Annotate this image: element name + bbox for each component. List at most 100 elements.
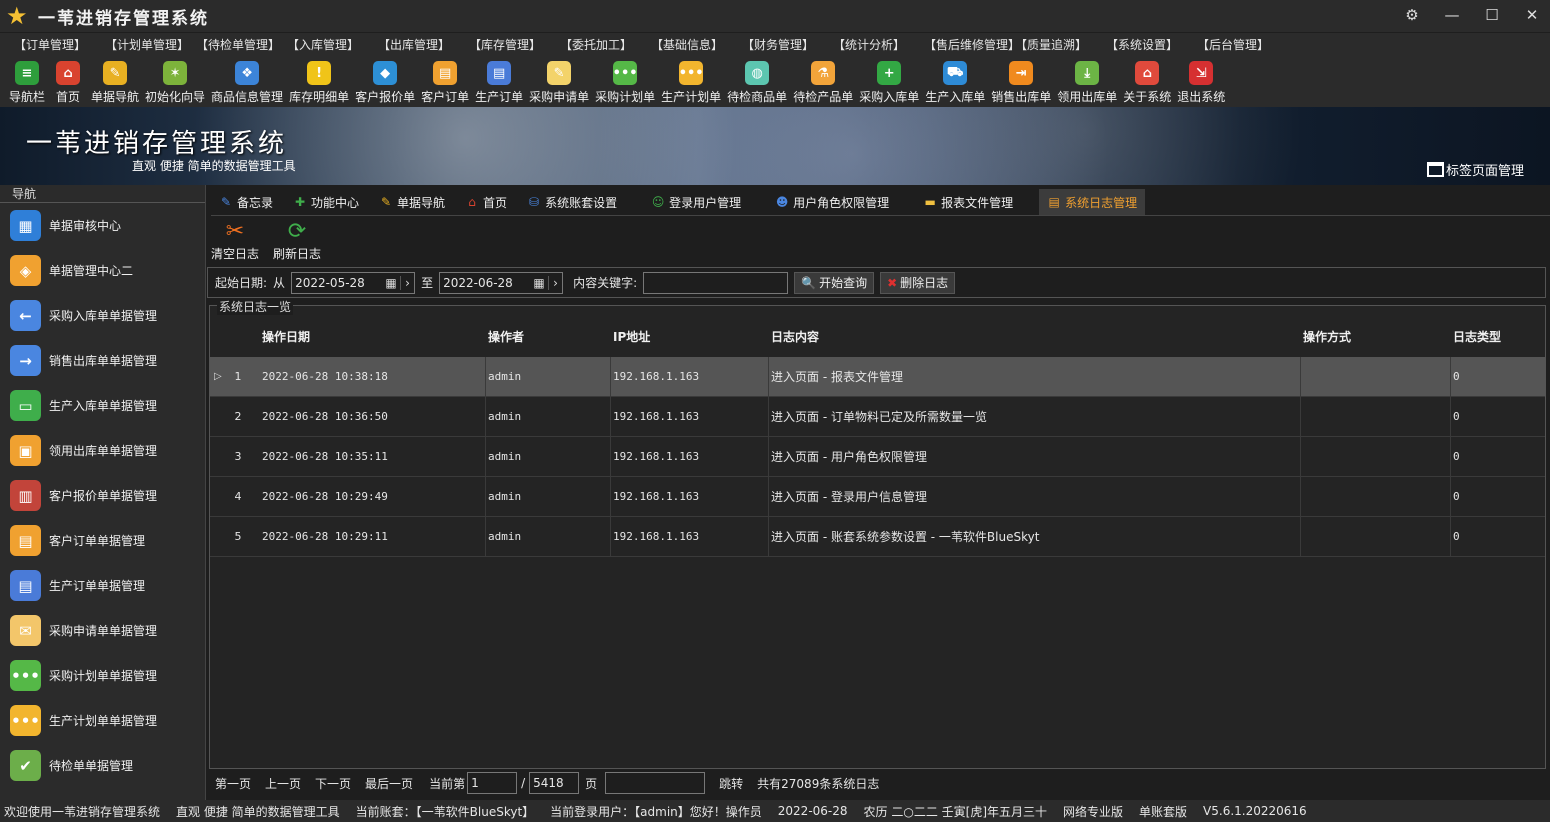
toolbar-button-label: 关于系统: [1123, 90, 1172, 104]
nav-item[interactable]: ✉ 采购申请单单据管理: [0, 608, 205, 653]
jump-page-input[interactable]: [605, 772, 706, 794]
first-page-link[interactable]: 第一页: [215, 775, 251, 792]
tab-item[interactable]: ✎ 备忘录: [211, 189, 281, 215]
menu-item[interactable]: 【后台管理】: [1197, 33, 1288, 57]
menu-item[interactable]: 【入库管理】: [287, 33, 378, 57]
current-page-input[interactable]: 1: [467, 772, 518, 794]
toolbar-button[interactable]: ✎ 采购申请单: [526, 57, 592, 107]
toolbar-button[interactable]: ⇲ 退出系统: [1174, 57, 1228, 107]
chevron-right-icon[interactable]: ›: [548, 275, 562, 290]
column-header[interactable]: 日志类型: [1451, 328, 1545, 345]
nav-item[interactable]: ← 采购入库单单据管理: [0, 293, 205, 338]
next-page-link[interactable]: 下一页: [315, 775, 351, 792]
nav-item[interactable]: ▣ 领用出库单单据管理: [0, 428, 205, 473]
toolbar-button[interactable]: ✎ 单据导航: [88, 57, 142, 107]
tab-item[interactable]: ☺ 登录用户管理: [643, 189, 749, 215]
menu-item[interactable]: 【出库管理】: [378, 33, 469, 57]
tab-item[interactable]: ✎ 单据导航: [371, 189, 453, 215]
from-date-picker[interactable]: 2022-05-28 ▦ ›: [291, 271, 416, 294]
nav-item[interactable]: ▤ 生产订单单据管理: [0, 563, 205, 608]
tab-item[interactable]: ✚ 功能中心: [285, 189, 367, 215]
toolbar-button-label: 客户报价单: [355, 90, 416, 104]
tag-page-manager-label: 标签页面管理: [1445, 164, 1524, 179]
column-header[interactable]: 操作日期: [260, 328, 486, 345]
calendar-icon[interactable]: ▦: [530, 276, 548, 290]
nav-item-label: 生产订单单据管理: [49, 579, 146, 593]
menu-item[interactable]: 【统计分析】: [833, 33, 924, 57]
calendar-icon[interactable]: ▦: [382, 276, 400, 290]
toolbar-button[interactable]: ⇥ 销售出库单: [988, 57, 1054, 107]
close-button[interactable]: ✕: [1522, 4, 1542, 26]
column-header[interactable]: 日志内容: [769, 328, 1301, 345]
keyword-input[interactable]: [643, 271, 789, 294]
toolbar-button[interactable]: ≡ 导航栏: [6, 57, 48, 107]
folder-out-icon: ▣: [10, 435, 41, 466]
nav-item[interactable]: ✔ 待检单单据管理: [0, 743, 205, 788]
toolbar-button[interactable]: ⛟ 生产入库单: [922, 57, 988, 107]
column-header[interactable]: 操作方式: [1301, 328, 1451, 345]
toolbar-button[interactable]: ••• 生产计划单: [658, 57, 724, 107]
search-button[interactable]: 🔍 开始查询: [794, 271, 875, 294]
menu-item[interactable]: 【待检单管理】: [196, 33, 287, 57]
prev-page-link[interactable]: 上一页: [265, 775, 301, 792]
toolbar-button[interactable]: ◆ 客户报价单: [352, 57, 418, 107]
table-row[interactable]: 3 2022-06-28 10:35:11 admin 192.168.1.163 进入…: [210, 436, 1545, 477]
nav-item[interactable]: ▤ 客户订单单据管理: [0, 518, 205, 563]
menu-item[interactable]: 【质量追溯】: [1015, 33, 1106, 57]
menu-item[interactable]: 【库存管理】: [469, 33, 560, 57]
column-header[interactable]: IP地址: [611, 328, 769, 345]
column-header[interactable]: 操作者: [486, 328, 611, 345]
menu-item[interactable]: 【订单管理】: [14, 33, 105, 57]
tab-item[interactable]: ▤ 系统日志管理: [1039, 189, 1146, 215]
total-pages-field: 5418: [529, 772, 580, 794]
tag-page-manager-button[interactable]: 标签页面管理: [1426, 160, 1524, 179]
maximize-button[interactable]: ☐: [1482, 4, 1502, 26]
toolbar-button[interactable]: ⌂ 关于系统: [1120, 57, 1174, 107]
toolbar-button[interactable]: ⚗ 待检产品单: [790, 57, 856, 107]
delete-log-label: 删除日志: [900, 276, 949, 290]
nav-item[interactable]: ▥ 客户报价单单据管理: [0, 473, 205, 518]
to-date-picker[interactable]: 2022-06-28 ▦ ›: [439, 271, 564, 294]
toolbar-button[interactable]: ▤ 客户订单: [418, 57, 472, 107]
minimize-button[interactable]: —: [1442, 4, 1462, 26]
refresh-log-button[interactable]: ⟳ 刷新日志: [273, 219, 321, 263]
toolbar-button[interactable]: ✶ 初始化向导: [142, 57, 208, 107]
nav-item[interactable]: → 销售出库单单据管理: [0, 338, 205, 383]
toolbar-button[interactable]: ! 库存明细单: [286, 57, 352, 107]
nav-item[interactable]: ▦ 单据审核中心: [0, 203, 205, 248]
last-page-link[interactable]: 最后一页: [365, 775, 413, 792]
toolbar-button[interactable]: ••• 采购计划单: [592, 57, 658, 107]
menu-item[interactable]: 【计划单管理】: [105, 33, 196, 57]
tab-item[interactable]: ⛁ 系统账套设置: [519, 189, 625, 215]
menu-item[interactable]: 【基础信息】: [651, 33, 742, 57]
toolbar-button[interactable]: ⤓ 领用出库单: [1054, 57, 1120, 107]
nav-item[interactable]: ◈ 单据管理中心二: [0, 248, 205, 293]
toolbar-button[interactable]: ◍ 待检商品单: [724, 57, 790, 107]
tab-item[interactable]: ☻ 用户角色权限管理: [767, 189, 897, 215]
menu-item[interactable]: 【委托加工】: [560, 33, 651, 57]
menu-item[interactable]: 【财务管理】: [742, 33, 833, 57]
tab-item[interactable]: ⌂ 首页: [457, 189, 515, 215]
table-row[interactable]: ▷ 1 2022-06-28 10:38:18 admin 192.168.1.163 进…: [210, 356, 1545, 397]
toolbar-button[interactable]: ❖ 商品信息管理: [208, 57, 286, 107]
table-row[interactable]: 5 2022-06-28 10:29:11 admin 192.168.1.163 进入…: [210, 516, 1545, 557]
toolbar-button[interactable]: ▤ 生产订单: [472, 57, 526, 107]
menu-item[interactable]: 【售后维修管理】: [924, 33, 1020, 57]
clear-log-button[interactable]: ✂ 清空日志: [211, 219, 259, 263]
cell-content: 进入页面 - 报表文件管理: [769, 356, 1301, 397]
delete-log-button[interactable]: ✖ 删除日志: [880, 271, 956, 294]
jump-button[interactable]: 跳转: [719, 775, 743, 792]
table-row[interactable]: 2 2022-06-28 10:36:50 admin 192.168.1.163 进入…: [210, 396, 1545, 437]
toolbar-button[interactable]: + 采购入库单: [856, 57, 922, 107]
toolbar-button[interactable]: ⌂ 首页: [48, 57, 88, 107]
settings-gear-icon[interactable]: ⚙: [1402, 4, 1422, 26]
nav-item[interactable]: ••• 采购计划单单据管理: [0, 653, 205, 698]
warning-icon: !: [307, 61, 332, 85]
folder-in-icon: ▭: [10, 390, 41, 421]
table-row[interactable]: 4 2022-06-28 10:29:49 admin 192.168.1.163 进入…: [210, 476, 1545, 517]
nav-item[interactable]: ▭ 生产入库单单据管理: [0, 383, 205, 428]
nav-item[interactable]: ••• 生产计划单单据管理: [0, 698, 205, 743]
chevron-right-icon[interactable]: ›: [400, 275, 414, 290]
tab-item[interactable]: ▬ 报表文件管理: [915, 189, 1021, 215]
menu-item[interactable]: 【系统设置】: [1106, 33, 1197, 57]
